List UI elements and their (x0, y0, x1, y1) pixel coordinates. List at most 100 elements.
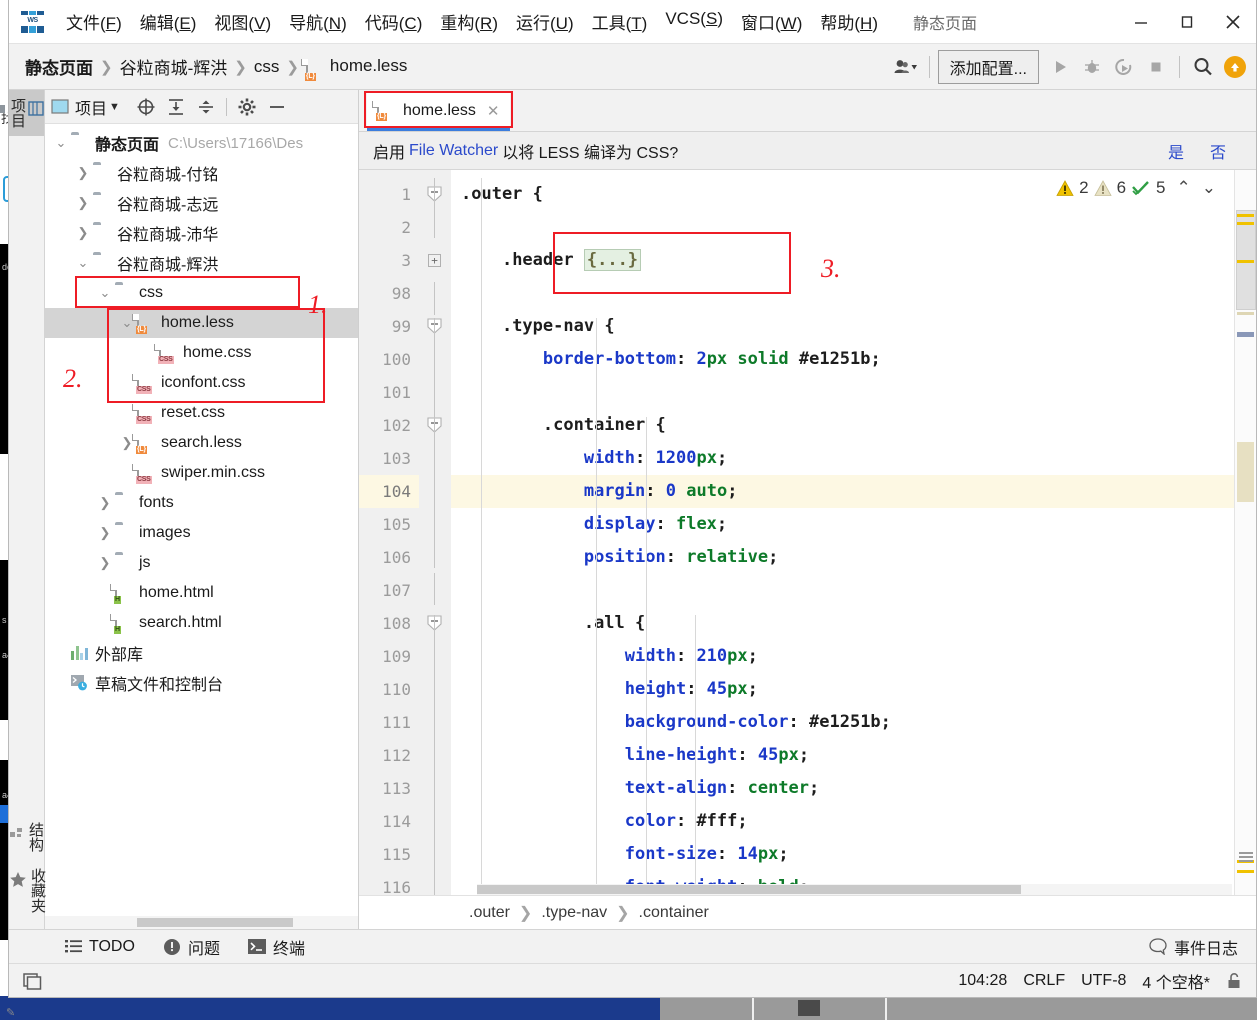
menu-item-编辑[interactable]: 编辑(E) (131, 7, 206, 36)
line-number[interactable]: 116 (359, 871, 419, 895)
menu-item-VCS[interactable]: VCS(S) (656, 7, 732, 36)
close-tab-icon[interactable]: ✕ (487, 102, 500, 120)
chevron-down-icon[interactable]: ⌄ (95, 285, 115, 301)
line-separator[interactable]: CRLF (1023, 972, 1065, 990)
chevron-right-icon[interactable]: ❯ (73, 195, 93, 211)
line-number[interactable]: 110 (359, 673, 419, 706)
previous-highlight-icon[interactable]: ⌃ (1177, 178, 1191, 198)
file-encoding[interactable]: UTF-8 (1081, 972, 1126, 990)
tool-window-button-todo[interactable]: TODO (65, 938, 135, 956)
close-button[interactable] (1210, 0, 1256, 44)
chevron-right-icon[interactable]: ❯ (95, 555, 115, 571)
line-number[interactable]: 104 (359, 475, 419, 508)
code-line[interactable]: height: 45px; (451, 673, 1234, 706)
inspection-widget[interactable]: 2 6 5 ⌃ ⌄ (1052, 176, 1220, 200)
next-highlight-icon[interactable]: ⌄ (1202, 178, 1216, 198)
tree-row[interactable]: CSS swiper.min.css (45, 458, 358, 488)
run-with-coverage-icon[interactable] (1109, 52, 1139, 82)
tree-row[interactable]: 外部库 (45, 638, 358, 668)
code-line[interactable] (451, 211, 1234, 244)
chevron-right-icon[interactable]: ❯ (95, 525, 115, 541)
add-configuration-button[interactable]: 添加配置... (937, 49, 1039, 84)
project-panel-hscroll-thumb[interactable] (137, 918, 293, 927)
search-everywhere-icon[interactable] (1188, 52, 1218, 82)
menu-item-导航[interactable]: 导航(N) (280, 7, 356, 36)
file-watcher-link[interactable]: File Watcher (409, 142, 498, 160)
chevron-right-icon[interactable]: ❯ (73, 165, 93, 181)
code-line[interactable]: .type-nav { (451, 310, 1234, 343)
code-line[interactable] (451, 574, 1234, 607)
code-text-area[interactable]: .outer { .header {...} .type-nav { borde… (451, 170, 1234, 895)
tree-row[interactable]: 草稿文件和控制台 (45, 668, 358, 698)
line-number[interactable]: 99 (359, 310, 419, 343)
line-number[interactable]: 114 (359, 805, 441, 838)
tool-window-button-terminal[interactable]: 终端 (247, 935, 305, 959)
project-file-tree[interactable]: ⌄ 静态页面 C:\Users\17166\Des ❯ 谷粒商城-付铭 ❯ 谷粒商城-志远 ❯… (45, 124, 358, 916)
watcher-yes-link[interactable]: 是 (1168, 139, 1184, 163)
tree-row[interactable]: ❯ 谷粒商城-志远 (45, 188, 358, 218)
editor-tab-home-less[interactable]: {L} home.less ✕ (364, 91, 513, 131)
code-line[interactable]: width: 210px; (451, 640, 1234, 673)
error-stripe-scrollbar[interactable] (1234, 170, 1256, 895)
line-number[interactable]: 111 (359, 706, 441, 739)
line-number[interactable]: 113 (359, 772, 419, 805)
line-number[interactable]: 108 (359, 607, 419, 640)
code-line[interactable]: background-color: #e1251b; (451, 706, 1234, 739)
line-number[interactable]: 106 (359, 541, 419, 574)
code-line[interactable]: .container { (451, 409, 1234, 442)
event-log-label[interactable]: 事件日志 (1174, 935, 1238, 959)
chevron-down-icon[interactable]: ▼ (109, 101, 120, 113)
line-number[interactable]: 107 (359, 574, 419, 607)
watcher-no-link[interactable]: 否 (1210, 139, 1226, 163)
menu-item-工具[interactable]: 工具(T) (583, 7, 657, 36)
unlocked-icon[interactable] (1226, 972, 1242, 990)
chevron-right-icon[interactable]: ❯ (95, 495, 115, 511)
maximize-button[interactable] (1164, 0, 1210, 44)
tool-window-button-project[interactable]: 项目 (0, 90, 44, 136)
chevron-right-icon[interactable]: ❯ (73, 225, 93, 241)
layout-icon[interactable] (23, 972, 43, 990)
code-breadcrumb-item[interactable]: .type-nav (541, 904, 607, 922)
indent-setting[interactable]: 4 个空格* (1142, 969, 1210, 993)
menu-item-窗口[interactable]: 窗口(W) (732, 7, 811, 36)
tool-window-button-structure[interactable]: 结构 (9, 814, 46, 860)
caret-position[interactable]: 104:28 (958, 972, 1007, 990)
tree-row[interactable]: ⌄ 静态页面 C:\Users\17166\Des (45, 128, 358, 158)
line-number[interactable]: 103 (359, 442, 419, 475)
code-line[interactable]: .all { (451, 607, 1234, 640)
tree-row[interactable]: ❯ fonts (45, 488, 358, 518)
horizontal-scroll-thumb[interactable] (477, 885, 1021, 894)
line-number[interactable]: 102 (359, 409, 419, 442)
code-line[interactable]: .header {...} (451, 244, 1234, 277)
code-line[interactable]: width: 1200px; (451, 442, 1234, 475)
menu-item-文件[interactable]: 文件(F) (57, 7, 131, 36)
breadcrumb-item-0[interactable]: 静态页面 (25, 54, 93, 79)
code-line[interactable] (451, 277, 1234, 310)
code-line[interactable]: margin: 0 auto; (451, 475, 1234, 508)
expand-all-icon[interactable] (166, 97, 186, 117)
tool-window-button-problems[interactable]: 问题 (163, 935, 220, 959)
tree-row[interactable]: CSS reset.css (45, 398, 358, 428)
tool-window-button-favorites[interactable]: 收藏夹 (9, 860, 48, 921)
chevron-down-icon[interactable]: ⌄ (73, 255, 93, 271)
collapse-all-icon[interactable] (196, 97, 216, 117)
tree-row[interactable]: ⌄ 谷粒商城-辉洪 (45, 248, 358, 278)
line-number[interactable]: 112 (359, 739, 419, 772)
chevron-down-icon[interactable]: ⌄ (51, 135, 71, 151)
menu-item-代码[interactable]: 代码(C) (356, 7, 432, 36)
tree-row[interactable]: Hsearch.html (45, 608, 358, 638)
breadcrumb-item-2[interactable]: css (254, 57, 280, 77)
line-number[interactable]: 2 (359, 211, 419, 244)
horizontal-scrollbar[interactable] (477, 884, 1232, 895)
line-number[interactable]: 98 (359, 277, 419, 310)
tree-row[interactable]: ❯ {L} search.less (45, 428, 358, 458)
minimize-button[interactable] (1118, 0, 1164, 44)
tree-row[interactable]: CSS iconfont.css (45, 368, 358, 398)
project-panel-hscrollbar[interactable] (45, 916, 358, 929)
menu-item-运行[interactable]: 运行(U) (507, 7, 583, 36)
code-folding-gutter[interactable]: + (419, 170, 451, 895)
settings-gear-icon[interactable] (237, 97, 257, 117)
code-line[interactable]: color: #fff; (451, 805, 1234, 838)
line-number[interactable]: 3 (359, 244, 419, 277)
menu-item-帮助[interactable]: 帮助(H) (811, 7, 887, 36)
